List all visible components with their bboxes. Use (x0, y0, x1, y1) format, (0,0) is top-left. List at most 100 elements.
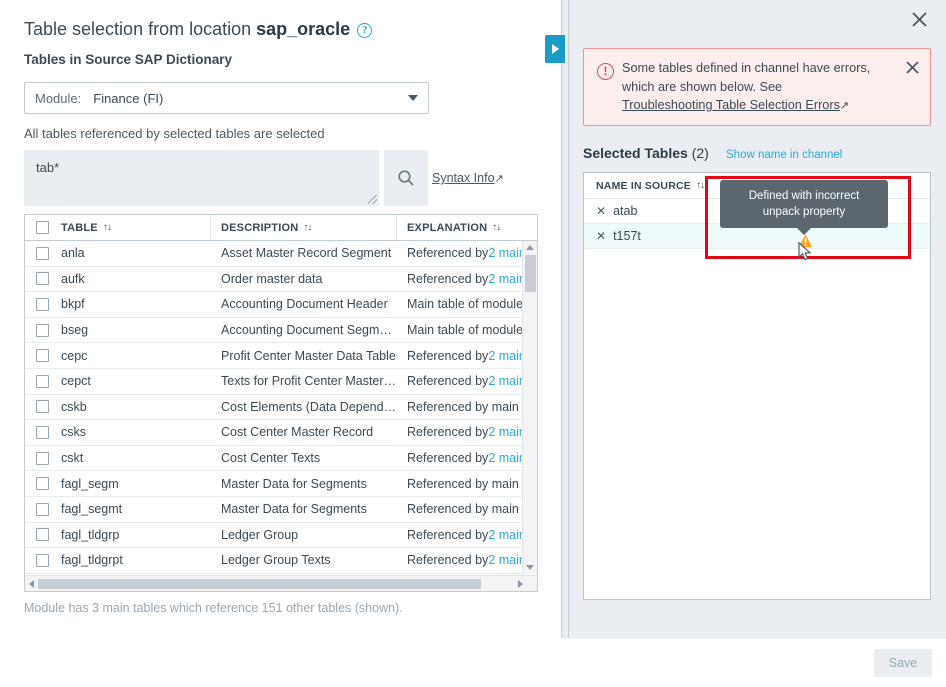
horizontal-scrollbar[interactable] (25, 575, 538, 591)
row-select-cell (25, 477, 59, 490)
help-circle-icon[interactable]: ? (357, 23, 372, 38)
table-row[interactable]: cskbCost Elements (Data Depend…Reference… (25, 395, 537, 421)
chevron-down-icon[interactable] (408, 95, 418, 101)
cell-explanation: Referenced by 2 main table (397, 420, 537, 445)
row-checkbox[interactable] (36, 503, 49, 516)
vertical-scrollbar[interactable] (522, 241, 537, 574)
cell-description: Accounting Document Header (211, 292, 397, 317)
explanation-text: Referenced by (407, 374, 488, 388)
row-checkbox[interactable] (36, 554, 49, 567)
table-row[interactable]: cepcProfit Center Master Data TableRefer… (25, 343, 537, 369)
save-button[interactable]: Save (874, 649, 932, 677)
row-checkbox[interactable] (36, 247, 49, 260)
row-select-cell (25, 272, 59, 285)
select-all-checkbox[interactable] (36, 221, 49, 234)
explanation-text: Main table of module (407, 323, 523, 337)
cell-table-name: fagl_tldgrp (59, 523, 211, 548)
show-name-in-channel-link[interactable]: Show name in channel (726, 149, 842, 161)
row-checkbox[interactable] (36, 426, 49, 439)
remove-table-icon[interactable]: ✕ (596, 204, 606, 218)
scroll-up-icon[interactable] (526, 245, 534, 250)
table-row[interactable]: fagl_tldgrptLedger Group TextsReferenced… (25, 548, 537, 574)
scroll-left-icon[interactable] (29, 580, 34, 588)
error-alert-close-button[interactable] (902, 57, 922, 77)
vertical-scroll-thumb[interactable] (525, 255, 536, 292)
panel-divider (561, 0, 569, 687)
row-checkbox[interactable] (36, 452, 49, 465)
tooltip-arrow (797, 228, 811, 235)
explanation-text: Referenced by (407, 272, 488, 286)
table-row[interactable]: fagl_segmMaster Data for SegmentsReferen… (25, 471, 537, 497)
search-button[interactable] (384, 150, 428, 206)
selected-table-name: t157t (613, 229, 641, 243)
sort-icon[interactable]: ↑↓ (492, 222, 500, 233)
table-row[interactable]: fagl_segmtMaster Data for SegmentsRefere… (25, 497, 537, 523)
syntax-info-link[interactable]: Syntax Info↗ (432, 171, 504, 185)
row-select-cell (25, 375, 59, 388)
cell-table-name: fagl_tldgrpt (59, 548, 211, 573)
sort-icon[interactable]: ↑↓ (696, 180, 704, 191)
row-select-cell (25, 324, 59, 337)
row-checkbox[interactable] (36, 528, 49, 541)
row-checkbox[interactable] (36, 375, 49, 388)
chevron-right-icon (552, 44, 559, 54)
sort-icon[interactable]: ↑↓ (303, 222, 311, 233)
sort-icon[interactable]: ↑↓ (103, 222, 111, 233)
table-row[interactable]: bkpfAccounting Document HeaderMain table… (25, 292, 537, 318)
table-row[interactable]: fagl_tldgrpLedger GroupReferenced by 2 m… (25, 523, 537, 549)
module-label: Module: (35, 91, 81, 106)
row-checkbox[interactable] (36, 324, 49, 337)
search-textarea-wrap (24, 150, 379, 206)
table-row[interactable]: csksCost Center Master RecordReferenced … (25, 420, 537, 446)
table-row[interactable]: csktCost Center TextsReferenced by 2 mai… (25, 446, 537, 472)
cursor-glyph (798, 242, 812, 261)
scroll-down-icon[interactable] (526, 565, 534, 570)
row-checkbox[interactable] (36, 349, 49, 362)
search-input[interactable] (24, 150, 379, 206)
table-row[interactable]: aufkOrder master dataReferenced by 2 mai… (25, 267, 537, 293)
explanation-text: Referenced by (407, 246, 488, 260)
cell-explanation: Main table of module (397, 292, 537, 317)
table-row[interactable]: anlaAsset Master Record SegmentReference… (25, 241, 537, 267)
row-checkbox[interactable] (36, 477, 49, 490)
horizontal-scroll-thumb[interactable] (38, 579, 481, 589)
cell-table-name: cskt (59, 446, 211, 471)
row-checkbox[interactable] (36, 298, 49, 311)
collapse-panel-handle[interactable] (545, 35, 565, 63)
selected-tables-table: NAME IN SOURCE ↑↓ ✕atab✕t157t (583, 172, 931, 600)
table-row[interactable]: bsegAccounting Document Segm…Main table … (25, 318, 537, 344)
select-all-cell (25, 221, 59, 234)
cell-table-name: fagl_segmt (59, 497, 211, 522)
dialog-footer: Save (561, 637, 946, 687)
explanation-text: Referenced by (407, 425, 488, 439)
explanation-text: Referenced by (407, 553, 488, 567)
scroll-right-icon[interactable] (518, 580, 523, 588)
resize-grip-icon[interactable] (368, 195, 377, 204)
selected-tables-count: (2) (692, 145, 709, 161)
cell-table-name: cepct (59, 369, 211, 394)
row-checkbox[interactable] (36, 272, 49, 285)
column-header-table-label: TABLE (61, 222, 98, 234)
remove-table-icon[interactable]: ✕ (596, 229, 606, 243)
dialog-close-button[interactable] (906, 6, 932, 32)
column-header-description[interactable]: DESCRIPTION ↑↓ (211, 215, 397, 240)
cell-description: Asset Master Record Segment (211, 241, 397, 266)
cell-explanation: Referenced by 2 main table (397, 548, 537, 573)
table-row[interactable]: cepctTexts for Profit Center Master…Refe… (25, 369, 537, 395)
module-select[interactable]: Module: Finance (FI) (24, 82, 429, 114)
troubleshooting-link[interactable]: Troubleshooting Table Selection Errors↗ (622, 98, 849, 112)
cell-description: Order master data (211, 267, 397, 292)
external-link-icon: ↗ (495, 172, 504, 185)
column-header-explanation-label: EXPLANATION (407, 222, 487, 234)
close-icon (911, 11, 928, 28)
cell-explanation: Referenced by 2 main table (397, 241, 537, 266)
column-header-table[interactable]: TABLE ↑↓ (59, 215, 211, 240)
table-selection-dialog: Table selection from location sap_oracle… (0, 0, 946, 687)
row-checkbox[interactable] (36, 400, 49, 413)
cell-explanation: Referenced by main table f (397, 395, 537, 420)
cell-description: Cost Center Master Record (211, 420, 397, 445)
selected-tables-label: Selected Tables (583, 145, 688, 161)
selected-tables-title: Selected Tables (2) (583, 145, 709, 161)
column-header-explanation[interactable]: EXPLANATION ↑↓ (397, 215, 537, 240)
column-header-name-in-source: NAME IN SOURCE (596, 180, 691, 192)
